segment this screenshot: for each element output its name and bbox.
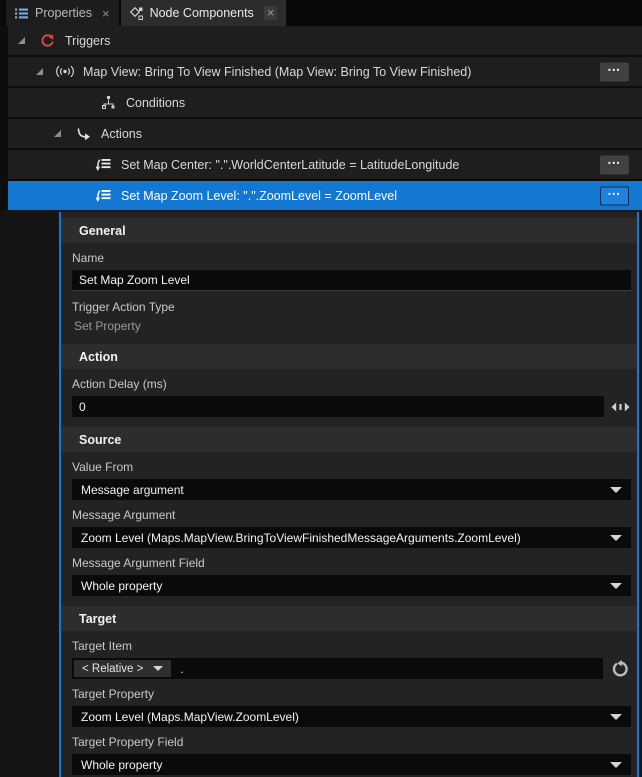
component-tree: Triggers Map View: Bring To View Finishe… <box>0 26 642 210</box>
section-header-target: Target <box>61 606 637 631</box>
tab-properties-label: Properties <box>35 6 92 20</box>
target-property-field-select[interactable]: Whole property <box>72 754 631 775</box>
message-argument-field-label: Message Argument Field <box>72 556 637 571</box>
trigger-action-type-value: Set Property <box>74 319 637 334</box>
expander-icon[interactable] <box>18 37 25 44</box>
chevron-down-icon <box>153 666 163 671</box>
value-from-select[interactable]: Message argument <box>72 479 631 500</box>
tree-row-conditions[interactable]: Conditions <box>8 88 642 117</box>
more-options-button[interactable]: ••• <box>600 186 629 205</box>
tree-row-label: Map View: Bring To View Finished (Map Vi… <box>83 65 471 79</box>
section-header-action: Action <box>61 344 637 369</box>
section-title: Target <box>79 612 116 626</box>
target-property-selected: Zoom Level (Maps.MapView.ZoomLevel) <box>81 710 299 724</box>
expander-icon[interactable] <box>36 68 43 75</box>
tree-row-triggers[interactable]: Triggers <box>8 26 642 55</box>
set-property-icon <box>93 158 113 172</box>
tree-row-set-map-zoom-level[interactable]: Set Map Zoom Level: ".".ZoomLevel = Zoom… <box>8 181 642 210</box>
message-argument-field-select[interactable]: Whole property <box>72 575 631 596</box>
node-components-panel: Properties × Node Components × <box>0 0 642 777</box>
value-from-label: Value From <box>72 460 637 475</box>
section-title: Action <box>79 350 118 364</box>
conditions-icon <box>98 95 118 110</box>
drag-width-icon[interactable] <box>611 402 630 412</box>
set-property-icon <box>93 189 113 203</box>
tab-node-components-label: Node Components <box>150 6 254 20</box>
tree-row-set-map-center[interactable]: Set Map Center: ".".WorldCenterLatitude … <box>8 150 642 179</box>
tree-row-label: Triggers <box>65 34 110 48</box>
target-property-field-selected: Whole property <box>81 758 162 772</box>
message-broadcast-icon <box>55 65 75 78</box>
value-from-selected: Message argument <box>81 483 184 497</box>
triggers-icon <box>37 33 57 48</box>
chevron-down-icon <box>610 762 622 768</box>
tree-row-label: Actions <box>101 127 142 141</box>
node-components-icon <box>130 7 143 20</box>
action-delay-input[interactable] <box>72 396 604 417</box>
reset-icon <box>611 660 629 678</box>
close-icon[interactable]: × <box>102 7 110 20</box>
target-property-label: Target Property <box>72 687 637 702</box>
target-item-path: . <box>180 662 183 676</box>
message-argument-field-selected: Whole property <box>81 579 162 593</box>
close-icon[interactable]: × <box>264 6 278 20</box>
tab-properties[interactable]: Properties × <box>6 0 119 26</box>
message-argument-selected: Zoom Level (Maps.MapView.BringToViewFini… <box>81 531 521 545</box>
section-title: Source <box>79 433 121 447</box>
tree-row-map-view-trigger[interactable]: Map View: Bring To View Finished (Map Vi… <box>8 57 642 86</box>
chevron-down-icon <box>610 714 622 720</box>
tree-row-actions[interactable]: Actions <box>8 119 642 148</box>
target-item-row: < Relative > . <box>72 658 629 679</box>
expander-icon[interactable] <box>54 130 61 137</box>
target-item-mode-selected: < Relative > <box>82 663 143 675</box>
section-title: General <box>79 224 126 238</box>
message-argument-select[interactable]: Zoom Level (Maps.MapView.BringToViewFini… <box>72 527 631 548</box>
chevron-down-icon <box>610 487 622 493</box>
tab-bar: Properties × Node Components × <box>0 0 642 26</box>
actions-icon <box>73 127 93 141</box>
tree-row-label: Conditions <box>126 96 185 110</box>
reset-button[interactable] <box>611 660 629 678</box>
tree-row-label: Set Map Zoom Level: ".".ZoomLevel = Zoom… <box>121 189 397 203</box>
tree-row-label: Set Map Center: ".".WorldCenterLatitude … <box>121 158 459 172</box>
tab-node-components[interactable]: Node Components × <box>121 0 287 26</box>
section-header-general: General <box>61 218 637 243</box>
more-options-button[interactable]: ••• <box>600 155 629 174</box>
target-item-mode-select[interactable]: < Relative > <box>74 660 171 677</box>
message-argument-label: Message Argument <box>72 508 637 523</box>
target-item-field[interactable]: < Relative > . <box>72 658 603 679</box>
action-delay-label: Action Delay (ms) <box>72 377 637 392</box>
target-item-label: Target Item <box>72 639 637 654</box>
chevron-down-icon <box>610 535 622 541</box>
action-delay-row <box>72 396 630 417</box>
chevron-down-icon <box>610 583 622 589</box>
target-property-select[interactable]: Zoom Level (Maps.MapView.ZoomLevel) <box>72 706 631 727</box>
name-label: Name <box>72 251 637 266</box>
name-input[interactable] <box>72 270 631 291</box>
target-property-field-label: Target Property Field <box>72 735 637 750</box>
section-header-source: Source <box>61 427 637 452</box>
trigger-action-type-label: Trigger Action Type <box>72 300 637 315</box>
trigger-action-editor: General Name Trigger Action Type Set Pro… <box>59 212 639 777</box>
more-options-button[interactable]: ••• <box>600 62 629 81</box>
properties-list-icon <box>15 8 28 19</box>
